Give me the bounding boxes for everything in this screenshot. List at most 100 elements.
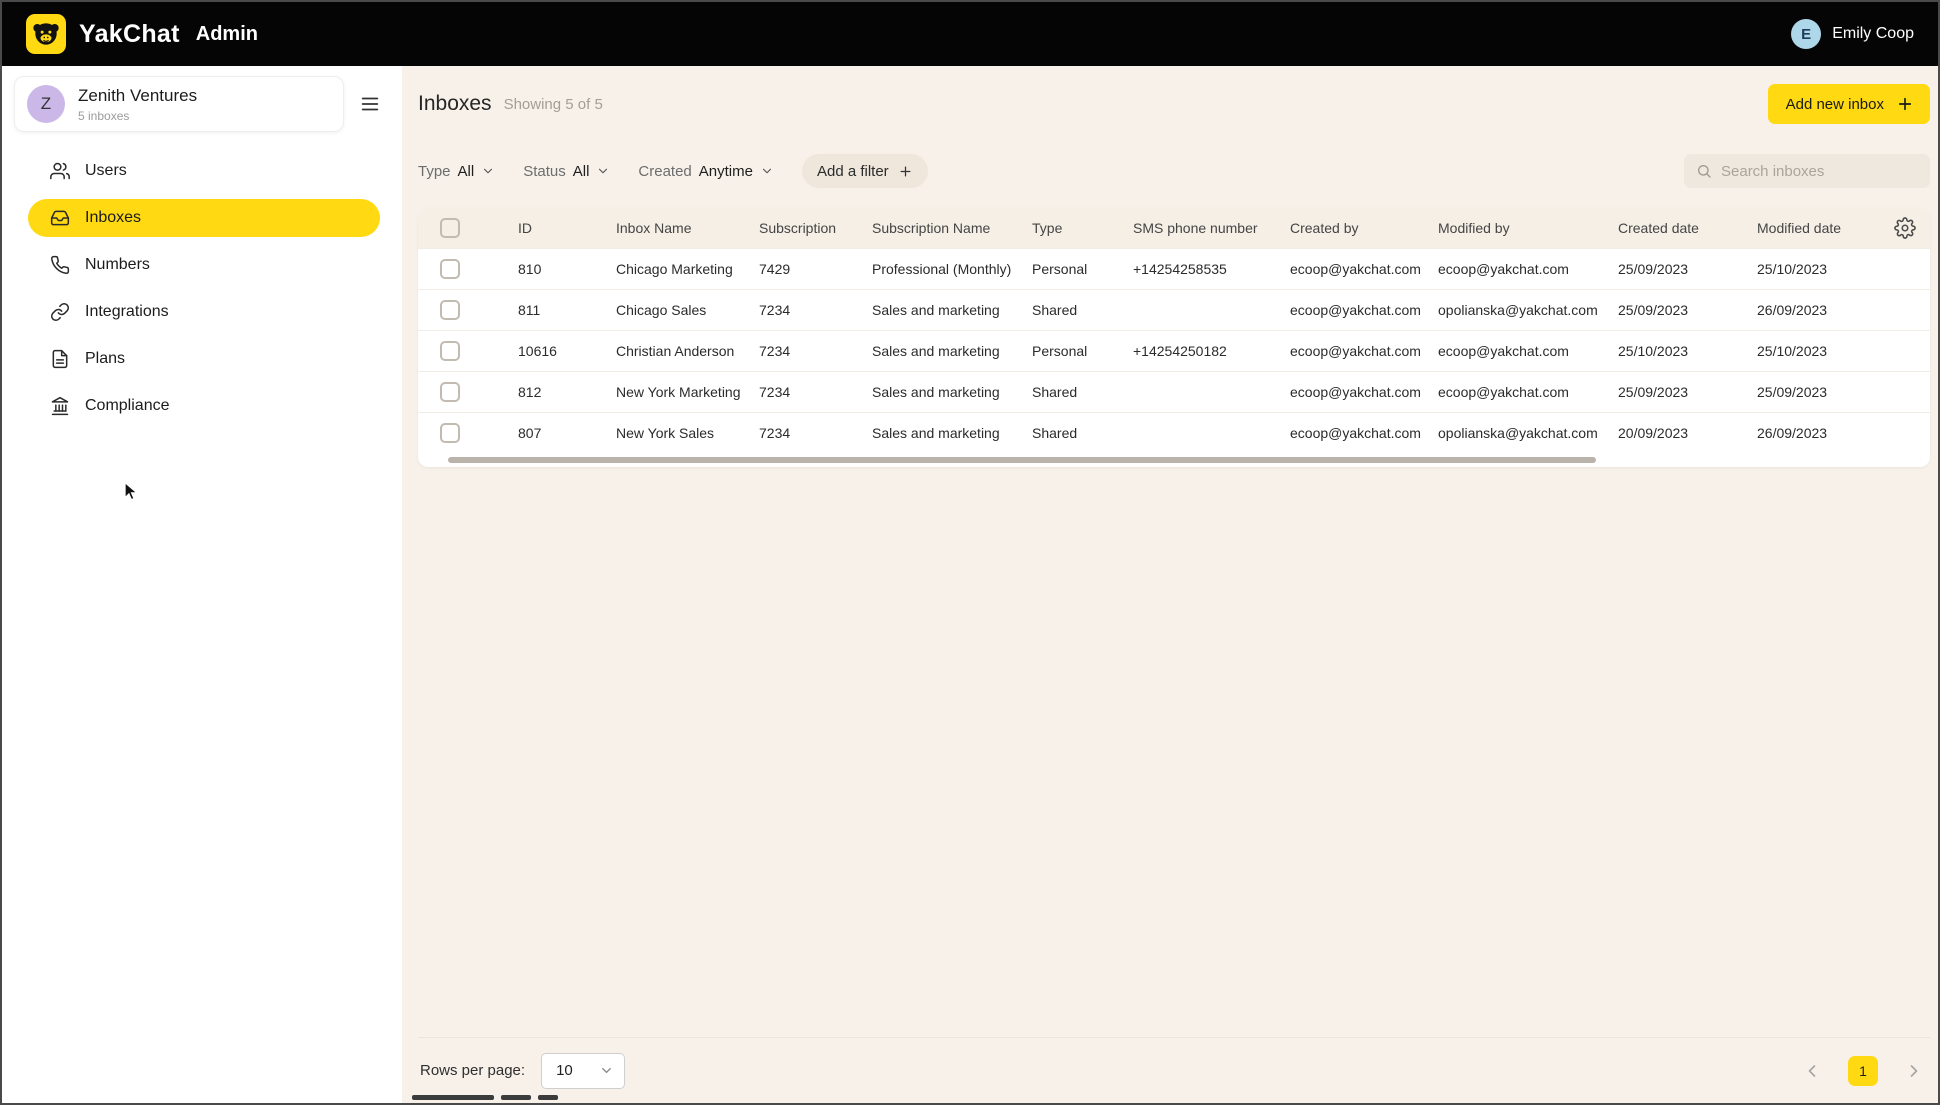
cell-created_by: ecoop@yakchat.com <box>1290 247 1438 289</box>
table-row[interactable]: 10616 Christian Anderson 7234 Sales and mar… <box>418 329 1930 371</box>
row-checkbox[interactable] <box>440 422 460 443</box>
app-body: Z Zenith Ventures 5 inboxes Users Inboxe… <box>2 66 1938 1103</box>
sidebar-item-label: Integrations <box>85 303 169 320</box>
org-row: Z Zenith Ventures 5 inboxes <box>14 76 390 132</box>
cell-subscription: 7234 <box>759 288 872 330</box>
topbar: YakChat Admin E Emily Coop <box>2 2 1938 66</box>
search-box <box>1684 154 1930 188</box>
chevron-down-icon <box>599 168 608 174</box>
cell-id: 811 <box>518 288 616 330</box>
sidebar-item-compliance[interactable]: Compliance <box>28 387 380 425</box>
cell-modified_date: 25/09/2023 <box>1757 370 1930 412</box>
cell-created_by: ecoop@yakchat.com <box>1290 370 1438 412</box>
type-filter-dropdown[interactable]: Type All <box>418 163 495 180</box>
org-subtitle: 5 inboxes <box>78 108 130 123</box>
inboxes-table-card: ID Inbox Name Subscription Subscription … <box>418 208 1930 467</box>
cell-modified_by: ecoop@yakchat.com <box>1438 370 1618 412</box>
cell-checkbox <box>418 370 518 412</box>
chevron-right-icon <box>1910 1064 1918 1077</box>
yakchat-logo-icon <box>26 14 66 54</box>
cell-modified_date: 25/10/2023 <box>1757 247 1930 289</box>
user-avatar: E <box>1791 19 1822 49</box>
sidebar-collapse-button[interactable] <box>350 84 390 124</box>
row-checkbox[interactable] <box>440 299 460 320</box>
chevron-left-icon <box>1808 1064 1816 1077</box>
cell-created_date: 20/09/2023 <box>1618 411 1757 453</box>
cell-id: 807 <box>518 411 616 453</box>
cell-modified_by: opolianska@yakchat.com <box>1438 288 1618 330</box>
created-filter-dropdown[interactable]: Created Anytime <box>638 163 774 180</box>
mouse-cursor <box>124 481 139 501</box>
cell-type: Personal <box>1032 247 1133 289</box>
sidebar-item-integrations[interactable]: Integrations <box>28 293 380 331</box>
cell-sms_phone: +14254258535 <box>1133 247 1290 289</box>
row-checkbox[interactable] <box>440 258 460 279</box>
sidebar-item-label: Inboxes <box>85 209 142 226</box>
phone-icon <box>51 255 70 275</box>
table-settings-gear-icon[interactable] <box>1894 216 1916 239</box>
column-header-created-date[interactable]: Created date <box>1618 208 1757 248</box>
sidebar-item-label: Plans <box>85 350 126 367</box>
cell-id: 812 <box>518 370 616 412</box>
cell-type: Shared <box>1032 411 1133 453</box>
search-input[interactable] <box>1721 162 1918 180</box>
cell-modified_date: 26/09/2023 <box>1757 288 1930 330</box>
table-header-row: ID Inbox Name Subscription Subscription … <box>418 208 1930 248</box>
cell-modified_by: opolianska@yakchat.com <box>1438 411 1618 453</box>
current-page-button[interactable]: 1 <box>1848 1055 1878 1086</box>
cell-modified_by: ecoop@yakchat.com <box>1438 329 1618 371</box>
pagination-bar: Rows per page: 10 1 <box>418 1037 1930 1103</box>
cell-inbox_name: Chicago Marketing <box>616 247 759 289</box>
sidebar-item-numbers[interactable]: Numbers <box>28 246 380 284</box>
org-name: Zenith Ventures <box>78 85 198 105</box>
sidebar-item-inboxes[interactable]: Inboxes <box>28 199 380 237</box>
row-checkbox[interactable] <box>440 381 460 402</box>
horizontal-scrollbar-thumb[interactable] <box>448 457 1596 463</box>
cell-sms_phone <box>1133 288 1290 330</box>
column-header-modified-date[interactable]: Modified date <box>1757 220 1841 236</box>
sidebar-item-label: Users <box>85 162 127 179</box>
rows-per-page-label: Rows per page: <box>420 1062 526 1079</box>
column-header-created-by[interactable]: Created by <box>1290 208 1438 248</box>
page-head: Inboxes Showing 5 of 5 Add new inbox <box>418 84 1930 124</box>
cell-checkbox <box>418 288 518 330</box>
next-page-button[interactable] <box>1902 1059 1926 1083</box>
cell-modified_date: 26/09/2023 <box>1757 411 1930 453</box>
column-header-modified-by[interactable]: Modified by <box>1438 208 1618 248</box>
sidebar-item-plans[interactable]: Plans <box>28 340 380 378</box>
sidebar-item-users[interactable]: Users <box>28 152 380 190</box>
search-icon <box>1698 165 1711 178</box>
plus-icon <box>900 166 911 176</box>
column-header-inbox-name[interactable]: Inbox Name <box>616 208 759 248</box>
table-row[interactable]: 812 New York Marketing 7234 Sales and marke… <box>418 370 1930 412</box>
row-checkbox[interactable] <box>440 340 460 361</box>
column-header-id[interactable]: ID <box>518 208 616 248</box>
add-new-inbox-button[interactable]: Add new inbox <box>1767 84 1930 124</box>
org-card[interactable]: Z Zenith Ventures 5 inboxes <box>14 76 344 132</box>
page-title: Inboxes <box>418 92 492 115</box>
cell-checkbox <box>418 247 518 289</box>
select-all-checkbox[interactable] <box>440 217 460 238</box>
previous-page-button[interactable] <box>1800 1059 1824 1083</box>
table-row[interactable]: 807 New York Sales 7234 Sales and marketing… <box>418 411 1930 453</box>
cell-id: 10616 <box>518 329 616 371</box>
column-header-subscription[interactable]: Subscription <box>759 208 872 248</box>
status-filter-dropdown[interactable]: Status All <box>523 163 610 180</box>
table-row[interactable]: 810 Chicago Marketing 7429 Professional (Mo… <box>418 247 1930 289</box>
users-icon <box>50 162 70 180</box>
column-header-subscription-name[interactable]: Subscription Name <box>872 208 1032 248</box>
compliance-icon <box>51 396 69 416</box>
add-filter-button[interactable]: Add a filter <box>801 154 928 188</box>
cell-subscription_name: Sales and marketing <box>872 329 1032 371</box>
cell-type: Personal <box>1032 329 1133 371</box>
cell-sms_phone <box>1133 411 1290 453</box>
cell-sms_phone <box>1133 370 1290 412</box>
cell-checkbox <box>418 329 518 371</box>
rows-per-page-select[interactable]: 10 <box>541 1052 626 1089</box>
cell-subscription: 7234 <box>759 329 872 371</box>
column-header-type[interactable]: Type <box>1032 208 1133 248</box>
table-row[interactable]: 811 Chicago Sales 7234 Sales and marketing S… <box>418 288 1930 330</box>
column-header-sms-phone[interactable]: SMS phone number <box>1133 208 1290 248</box>
results-count: Showing 5 of 5 <box>503 95 603 113</box>
user-menu[interactable]: E Emily Coop <box>1791 19 1914 49</box>
